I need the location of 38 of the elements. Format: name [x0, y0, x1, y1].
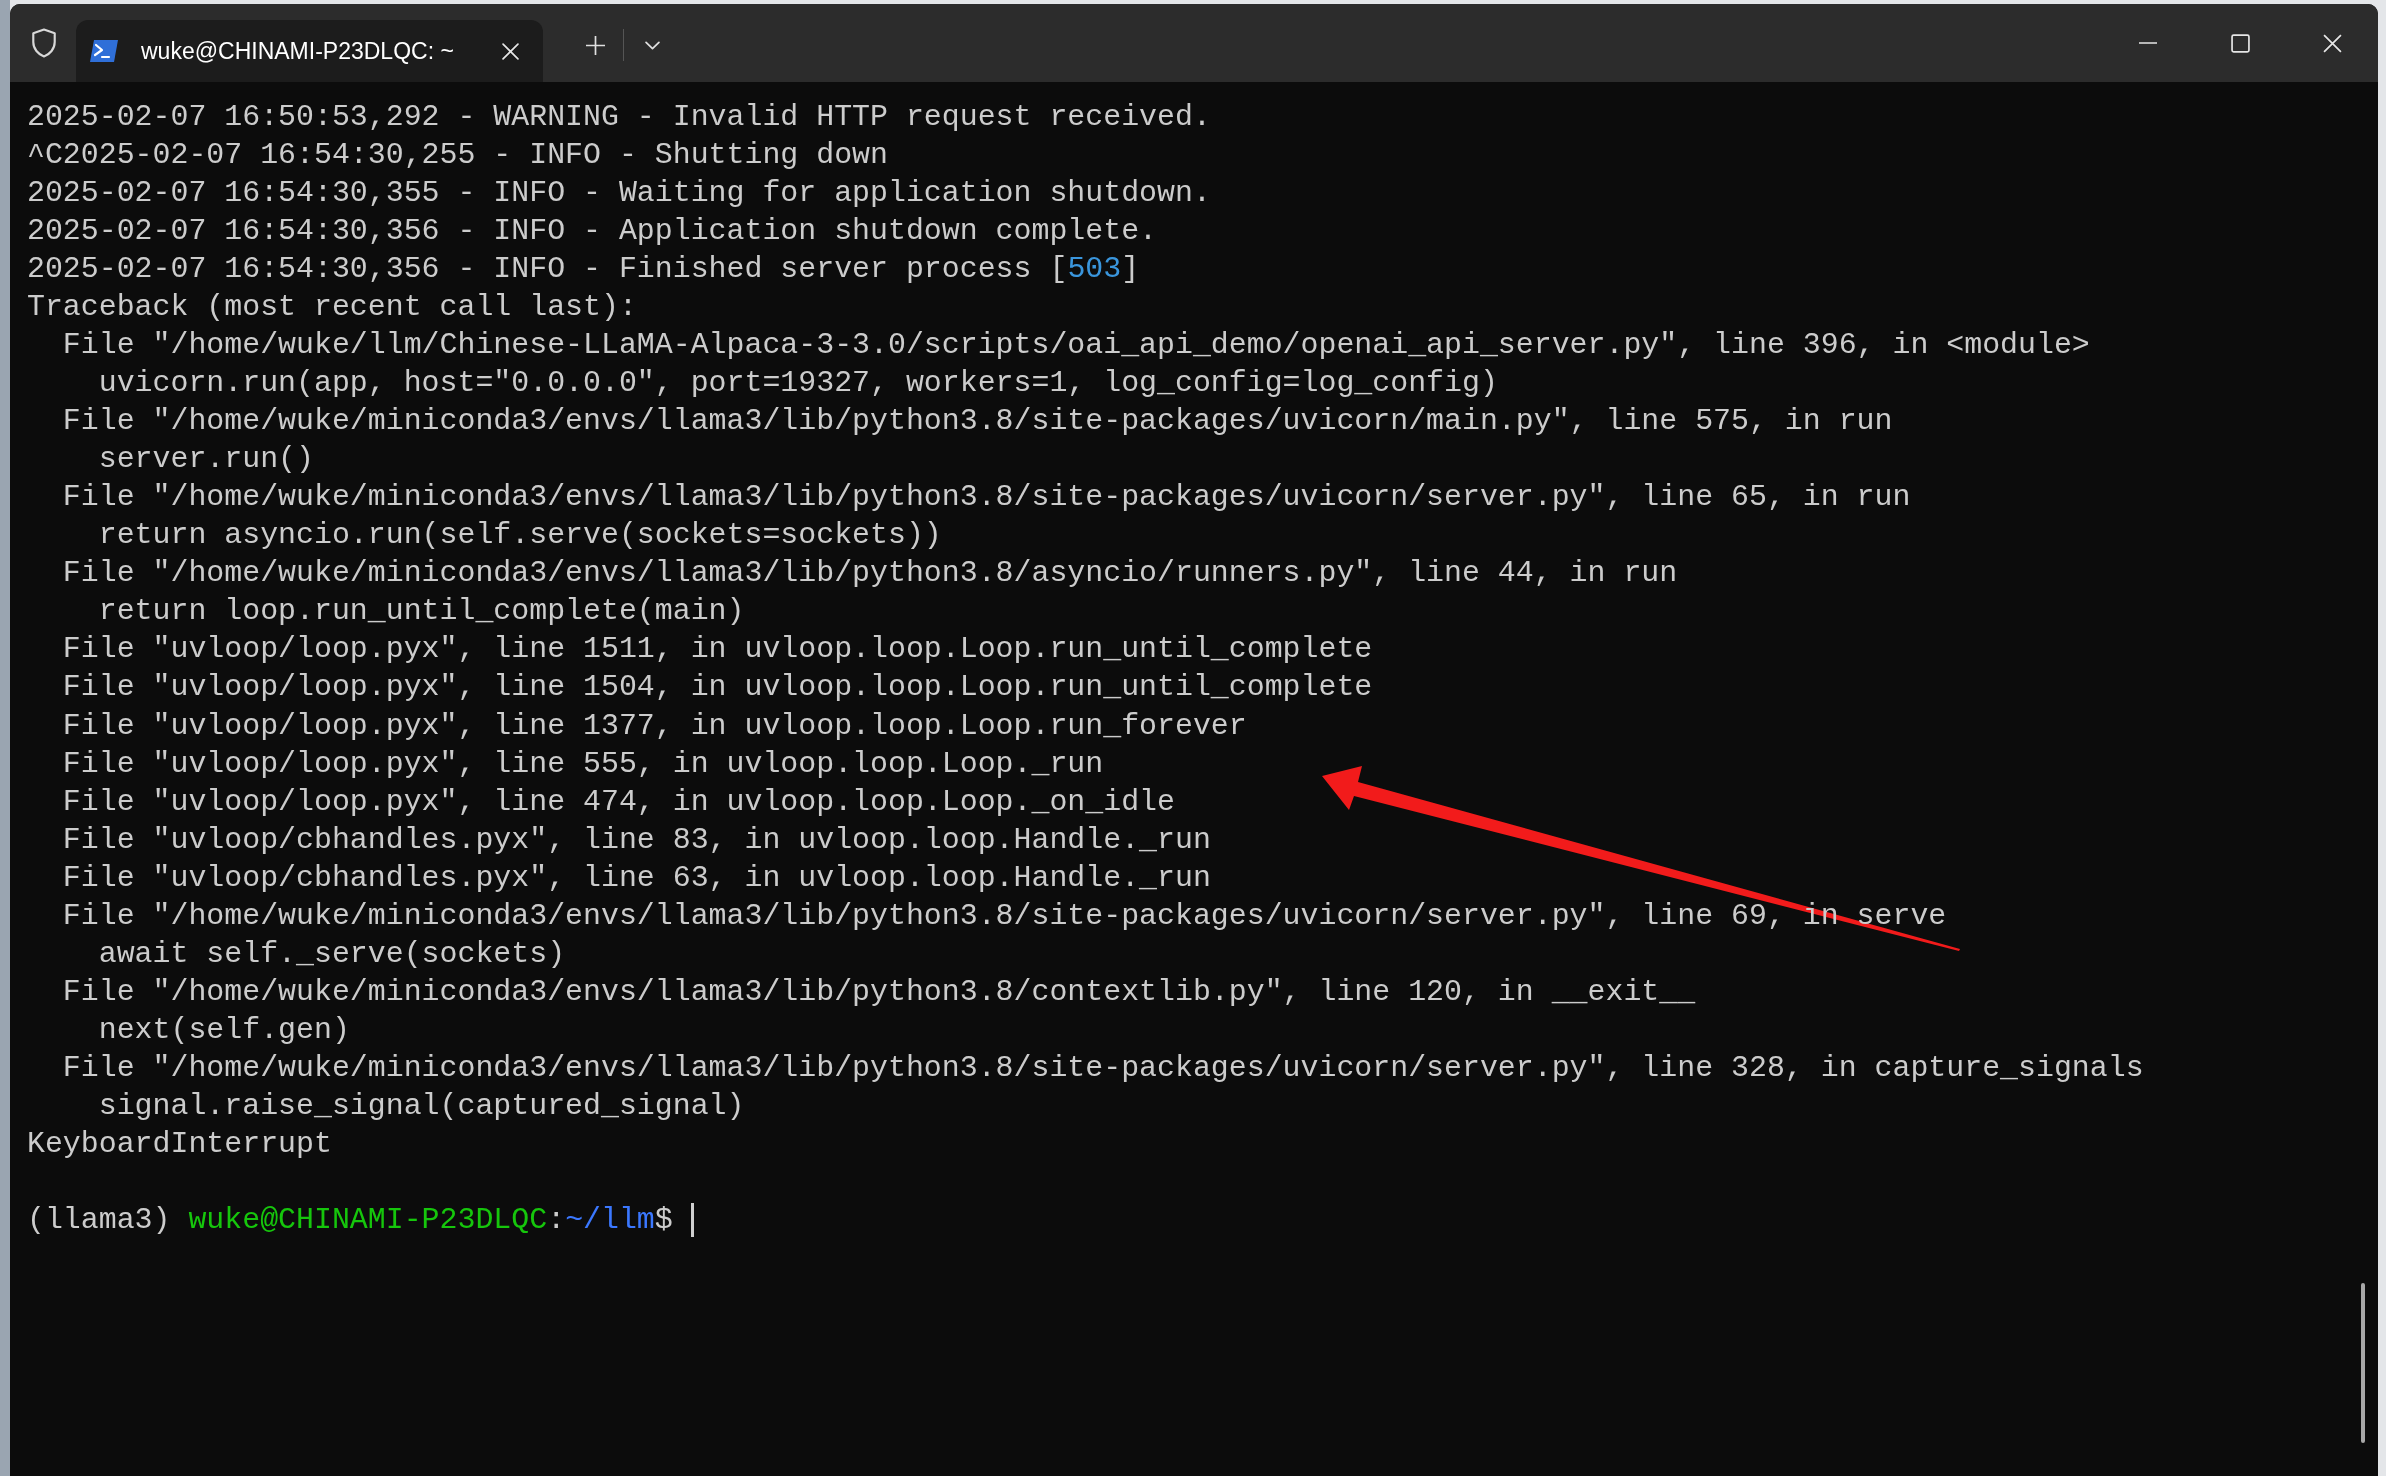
terminal-line: 2025-02-07 16:54:30,356 - INFO - Finished server process [503] [27, 251, 1141, 289]
close-icon [2322, 33, 2342, 53]
terminal-line: File "/home/wuke/miniconda3/envs/llama3/lib/python3.8/asyncio/runners.py", line 44, in run [61, 555, 1679, 593]
terminal-line: return loop.run_until_complete(main) [97, 593, 746, 631]
terminal-line: File "uvloop/loop.pyx", line 1377, in uvloop.loop.Loop.run_forever [61, 707, 1248, 745]
terminal-line: server.run() [97, 441, 315, 479]
terminal-line: 2025-02-07 16:54:30,356 - INFO - Application shutdown complete. [27, 213, 1159, 251]
chevron-down-icon [644, 40, 660, 50]
terminal-line: next(self.gen) [97, 1011, 351, 1049]
minimize-icon [2139, 42, 2157, 44]
terminal-line: File "uvloop/loop.pyx", line 1511, in uvloop.loop.Loop.run_until_complete [61, 631, 1374, 669]
terminal-line: File "/home/wuke/llm/Chinese-LLaMA-Alpaca-3-3.0/scripts/oai_api_demo/openai_api_server.py", line 396, in <module> [61, 327, 2091, 365]
terminal-line: Traceback (most recent call last): [27, 289, 638, 327]
terminal-line: File "/home/wuke/miniconda3/envs/llama3/lib/python3.8/site-packages/uvicorn/server.py", line 65, in run [61, 479, 1912, 517]
terminal-line: File "/home/wuke/miniconda3/envs/llama3/lib/python3.8/site-packages/uvicorn/main.py", line 575, in run [61, 403, 1894, 441]
terminal-line: File "uvloop/loop.pyx", line 1504, in uvloop.loop.Loop.run_until_complete [61, 669, 1374, 707]
terminal-tab[interactable]: wuke@CHINAMI-P23DLQC: ~ [76, 20, 543, 82]
terminal-line: 2025-02-07 16:50:53,292 - WARNING - Invalid HTTP request received. [27, 99, 1212, 136]
command-prompt: (llama3) wuke@CHINAMI-P23DLQC:~/llm$ [27, 1201, 673, 1239]
terminal-line: File "uvloop/cbhandles.pyx", line 63, in uvloop.loop.Handle._run [61, 859, 1212, 897]
terminal-line: File "uvloop/loop.pyx", line 474, in uvloop.loop.Loop._on_idle [61, 783, 1176, 821]
close-icon [501, 42, 519, 60]
terminal-line: uvicorn.run(app, host="0.0.0.0", port=19327, workers=1, log_config=log_config) [97, 365, 1499, 403]
terminal-line: File "uvloop/loop.pyx", line 555, in uvloop.loop.Loop._run [61, 745, 1105, 783]
terminal-line: File "/home/wuke/miniconda3/envs/llama3/lib/python3.8/site-packages/uvicorn/server.py", line 328, in capture_signals [61, 1049, 2145, 1087]
plus-icon [585, 35, 605, 55]
terminal-line: File "/home/wuke/miniconda3/envs/llama3/lib/python3.8/contextlib.py", line 120, in __exit__ [61, 973, 1697, 1011]
terminal-icon [89, 39, 119, 63]
terminal-line: 2025-02-07 16:54:30,355 - INFO - Waiting for application shutdown. [27, 175, 1212, 213]
terminal-line: KeyboardInterrupt [27, 1125, 333, 1163]
terminal-line: signal.raise_signal(captured_signal) [97, 1087, 746, 1125]
terminal-line: ^C2025-02-07 16:54:30,255 - INFO - Shutting down [27, 137, 889, 175]
terminal-line: File "uvloop/cbhandles.pyx", line 83, in uvloop.loop.Handle._run [61, 821, 1212, 859]
terminal-line: await self._serve(sockets) [97, 935, 567, 973]
scrollbar-thumb[interactable] [2361, 1283, 2365, 1443]
maximize-icon [2230, 33, 2250, 53]
shield-icon [31, 28, 57, 58]
terminal-line: return asyncio.run(self.serve(sockets=sockets)) [97, 517, 943, 555]
